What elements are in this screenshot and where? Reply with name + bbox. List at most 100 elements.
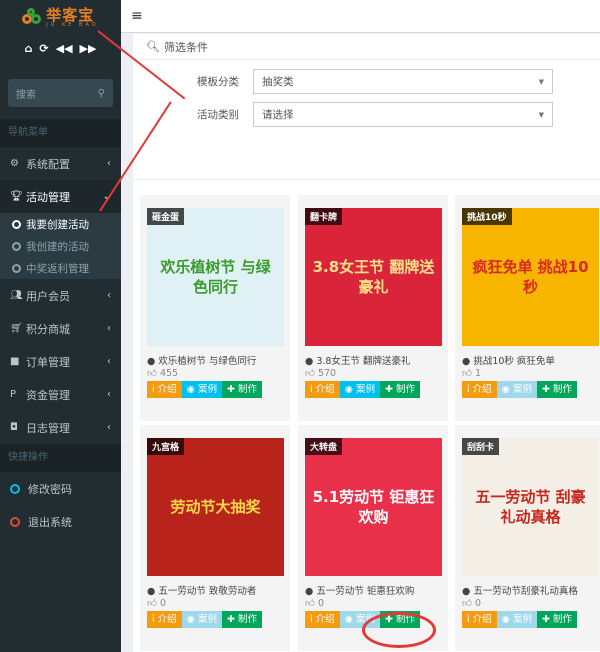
intro-button[interactable]: i 介绍 (305, 611, 340, 628)
submenu-create-activity[interactable]: 我要创建活动 (0, 213, 121, 235)
likes-count: 0 (159, 598, 167, 609)
template-image[interactable]: 翻卡牌 3.8女王节 翻牌送豪礼 (305, 208, 442, 346)
case-button[interactable]: ◉ 案例 (181, 381, 222, 398)
chevron-left-icon: ‹ (107, 290, 111, 301)
circle-icon (12, 219, 21, 229)
quick-change-password[interactable]: 修改密码 (0, 472, 121, 505)
chevron-left-icon: ‹ (107, 389, 111, 400)
template-image[interactable]: 砸金蛋 欢乐植树节 与绿色同行 (147, 208, 284, 346)
thumbs-up-icon: 👍︎ (147, 368, 157, 379)
circle-icon (12, 263, 21, 273)
likes-count: 0 (474, 598, 482, 609)
thumbs-up-icon: 👍︎ (305, 598, 315, 609)
template-label: 模板分类 (197, 76, 239, 88)
submenu-label: 中奖返利管理 (26, 262, 89, 275)
cart-icon: 🛒︎ (10, 323, 23, 334)
quick-header: 快捷操作 (0, 444, 121, 472)
hamburger-menu-icon[interactable]: ≡ (131, 8, 143, 24)
template-filter-row: 模板分类 抽奖类 ▼ (133, 69, 553, 94)
nav-header: 导航菜单 (0, 119, 121, 147)
title-text: 五一劳动节 钜惠狂欢购 (316, 586, 415, 597)
make-button[interactable]: ✚ 制作 (536, 611, 577, 628)
menu-points-mall[interactable]: 🛒︎ 积分商城 ‹ (0, 312, 121, 345)
quick-label: 修改密码 (28, 482, 72, 496)
dropdown-arrow-icon: ▼ (538, 77, 544, 86)
search-icon[interactable]: ⚲ (98, 88, 105, 99)
logo: 举客宝 JU KE BAO (0, 0, 121, 36)
make-button[interactable]: ✚ 制作 (536, 381, 577, 398)
home-icon[interactable]: ⌂ (25, 42, 33, 55)
main-content: 🔍︎ 筛选条件 模板分类 抽奖类 ▼ 活动类别 请选择 ▼ 砸金蛋 欢乐植树节 与绿色同行 … (133, 34, 600, 652)
poster-text: 疯狂免单 挑战10秒 (472, 258, 589, 296)
case-button[interactable]: ◉ 案例 (339, 381, 380, 398)
menu-label: 用户会员 (26, 289, 70, 303)
template-image[interactable]: 大转盘 5.1劳动节 钜惠狂欢购 (305, 438, 442, 576)
template-card: 刮刮卡 五一劳动节 刮豪礼动真格 ● 五一劳动节刮豪礼动真格 👍︎ 0 i 介绍 ◉… (455, 425, 600, 651)
likes-count: 1 (474, 368, 482, 379)
title-text: 欢乐植树节 与绿色同行 (158, 356, 257, 367)
menu-members[interactable]: 👥︎ 用户会员 ‹ (0, 279, 121, 312)
intro-button[interactable]: i 介绍 (462, 381, 497, 398)
thumbs-up-icon: 👍︎ (305, 368, 315, 379)
intro-button[interactable]: i 介绍 (147, 381, 182, 398)
make-button[interactable]: ✚ 制作 (221, 381, 262, 398)
template-image[interactable]: 挑战10秒 疯狂免单 挑战10秒 (462, 208, 599, 346)
menu-funds[interactable]: P 资金管理 ‹ (0, 378, 121, 411)
thumbs-up-icon: 👍︎ (147, 598, 157, 609)
search-placeholder: 搜索 (16, 89, 36, 101)
submenu-label: 我创建的活动 (26, 240, 89, 253)
menu-orders[interactable]: ■ 订单管理 ‹ (0, 345, 121, 378)
template-card: 翻卡牌 3.8女王节 翻牌送豪礼 ● 3.8女王节 翻牌送豪礼 👍︎ 570 i … (298, 195, 448, 421)
chevron-left-icon: ‹ (107, 422, 111, 433)
intro-button[interactable]: i 介绍 (305, 381, 340, 398)
intro-button[interactable]: i 介绍 (462, 611, 497, 628)
likes: 👍︎ 455 (147, 367, 178, 379)
make-button[interactable]: ✚ 制作 (379, 381, 420, 398)
menu-system-config[interactable]: ⚙ 系统配置 ‹ (0, 147, 121, 180)
dropdown-arrow-icon: ▼ (538, 110, 544, 119)
menu-label: 积分商城 (26, 322, 70, 336)
backward-icon[interactable]: ◀◀ (56, 42, 73, 55)
quick-logout[interactable]: 退出系统 (0, 505, 121, 538)
make-button[interactable]: ✚ 制作 (221, 611, 262, 628)
template-image[interactable]: 刮刮卡 五一劳动节 刮豪礼动真格 (462, 438, 599, 576)
template-select[interactable]: 抽奖类 ▼ (253, 69, 553, 94)
template-title: ● 欢乐植树节 与绿色同行 (147, 356, 257, 367)
refresh-icon[interactable]: ⟳ (39, 42, 48, 55)
likes-count: 0 (317, 598, 325, 609)
template-title: ● 五一劳动节刮豪礼动真格 (462, 586, 578, 597)
case-button[interactable]: ◉ 案例 (496, 611, 537, 628)
submenu-prize-rebate[interactable]: 中奖返利管理 (0, 257, 121, 279)
template-title: ● 挑战10秒 疯狂免单 (462, 356, 555, 367)
thumbs-up-icon: 👍︎ (462, 598, 472, 609)
activity-filter-row: 活动类别 请选择 ▼ (133, 102, 553, 127)
likes: 👍︎ 0 (147, 597, 166, 609)
template-image[interactable]: 九宫格 劳动节大抽奖 (147, 438, 284, 576)
case-button[interactable]: ◉ 案例 (496, 381, 537, 398)
case-button[interactable]: ◉ 案例 (181, 611, 222, 628)
paypal-icon: P (10, 389, 17, 400)
logo-name: 举客宝 (46, 6, 95, 24)
thumbs-up-icon: 👍︎ (462, 368, 472, 379)
menu-label: 日志管理 (26, 421, 70, 435)
circle-icon (10, 516, 20, 527)
shield-icon: ◘ (10, 422, 18, 433)
title-text: 挑战10秒 疯狂免单 (473, 356, 555, 367)
activity-select[interactable]: 请选择 ▼ (253, 102, 553, 127)
poster-text: 5.1劳动节 钜惠狂欢购 (312, 488, 435, 526)
menu-logs[interactable]: ◘ 日志管理 ‹ (0, 411, 121, 444)
search-icon: 🔍︎ (146, 40, 160, 53)
template-card: 挑战10秒 疯狂免单 挑战10秒 ● 挑战10秒 疯狂免单 👍︎ 1 i 介绍 ◉ … (455, 195, 600, 421)
intro-button[interactable]: i 介绍 (147, 611, 182, 628)
chevron-left-icon: ‹ (107, 356, 111, 367)
poster-text: 劳动节大抽奖 (170, 498, 261, 516)
menu-label: 资金管理 (26, 388, 70, 402)
template-tag: 翻卡牌 (305, 208, 343, 225)
truck-icon: ■ (10, 356, 20, 367)
likes-count: 455 (159, 368, 179, 379)
search-input[interactable]: 搜索 ⚲ (8, 79, 113, 107)
template-title: ● 3.8女王节 翻牌送豪礼 (305, 356, 411, 367)
submenu-my-activities[interactable]: 我创建的活动 (0, 235, 121, 257)
forward-icon[interactable]: ▶▶ (80, 42, 97, 55)
chevron-left-icon: ‹ (107, 158, 111, 169)
